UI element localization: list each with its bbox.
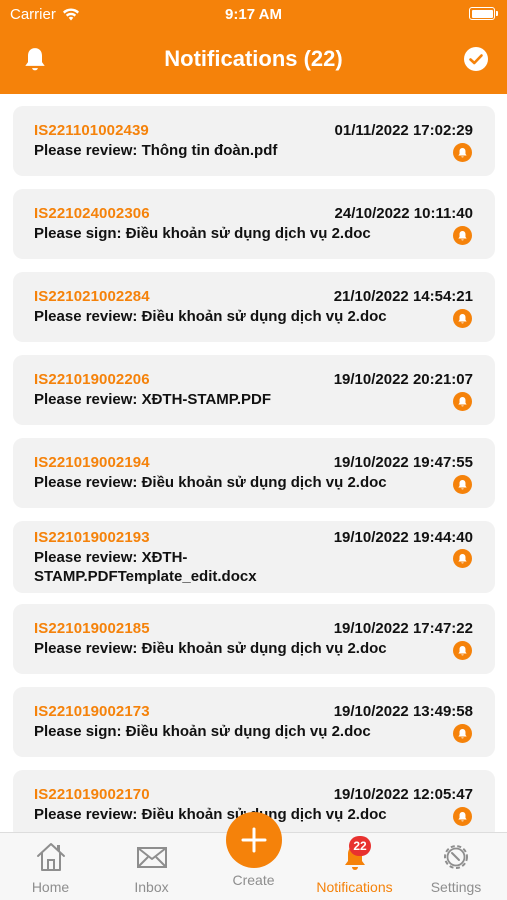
notification-date: 24/10/2022 10:11:40 bbox=[334, 205, 473, 222]
notification-message: Please review: XĐTH- STAMP.PDFTemplate_e… bbox=[34, 548, 434, 586]
notifications-screen: Carrier 9:17 AM Notifications (22) IS221… bbox=[0, 0, 507, 900]
bell-icon bbox=[453, 549, 472, 568]
notification-count-badge: 22 bbox=[349, 836, 371, 856]
notification-item[interactable]: IS221101002439 01/11/2022 17:02:29 Pleas… bbox=[13, 106, 495, 176]
notification-message: Please review: Điều khoản sử dụng dịch v… bbox=[34, 474, 387, 491]
notification-message: Please sign: Điều khoản sử dụng dịch vụ … bbox=[34, 723, 371, 740]
tab-inbox[interactable]: Inbox bbox=[101, 833, 202, 900]
notification-item[interactable]: IS221019002194 19/10/2022 19:47:55 Pleas… bbox=[13, 438, 495, 508]
notification-list[interactable]: IS221101002439 01/11/2022 17:02:29 Pleas… bbox=[0, 94, 507, 832]
notification-code: IS221019002173 bbox=[34, 703, 150, 720]
check-circle-icon[interactable] bbox=[463, 46, 489, 72]
notification-message: Please review: Điều khoản sử dụng dịch v… bbox=[34, 640, 387, 657]
bell-icon bbox=[453, 143, 472, 162]
notification-code: IS221021002284 bbox=[34, 288, 150, 305]
notification-date: 19/10/2022 12:05:47 bbox=[333, 786, 473, 803]
notification-item[interactable]: IS221024002306 24/10/2022 10:11:40 Pleas… bbox=[13, 189, 495, 259]
notification-message-line: STAMP.PDFTemplate_edit.docx bbox=[34, 568, 257, 585]
plus-icon bbox=[241, 827, 267, 853]
tab-home-label: Home bbox=[31, 879, 70, 895]
notification-item[interactable]: IS221019002173 19/10/2022 13:49:58 Pleas… bbox=[13, 687, 495, 757]
nav-bar: Notifications (22) bbox=[0, 30, 507, 90]
notification-item[interactable]: IS221021002284 21/10/2022 14:54:21 Pleas… bbox=[13, 272, 495, 342]
bell-icon bbox=[453, 392, 472, 411]
notification-item[interactable]: IS221019002206 19/10/2022 20:21:07 Pleas… bbox=[13, 355, 495, 425]
bell-icon bbox=[453, 641, 472, 660]
create-button[interactable] bbox=[226, 812, 282, 868]
battery-icon bbox=[469, 7, 498, 20]
page-title: Notifications (22) bbox=[164, 46, 343, 71]
notification-date: 19/10/2022 17:47:22 bbox=[333, 620, 473, 637]
bell-icon bbox=[453, 475, 472, 494]
status-bar: Carrier 9:17 AM bbox=[0, 0, 507, 28]
notification-code: IS221019002206 bbox=[34, 371, 150, 388]
notification-message-line: Please review: XĐTH- bbox=[34, 549, 188, 566]
notification-message: Please review: Điều khoản sử dụng dịch v… bbox=[34, 308, 387, 325]
notification-code: IS221019002194 bbox=[34, 454, 150, 471]
notification-date: 19/10/2022 13:49:58 bbox=[333, 703, 473, 720]
notification-code: IS221019002170 bbox=[34, 786, 150, 803]
create-label: Create bbox=[232, 872, 275, 888]
status-time: 9:17 AM bbox=[225, 6, 282, 23]
notification-code: IS221101002439 bbox=[34, 122, 149, 139]
notification-date: 19/10/2022 19:47:55 bbox=[333, 454, 473, 471]
bell-icon bbox=[453, 724, 472, 743]
notification-date: 21/10/2022 14:54:21 bbox=[333, 288, 473, 305]
notification-date: 01/11/2022 17:02:29 bbox=[334, 122, 473, 139]
bell-icon bbox=[453, 309, 472, 328]
tab-home[interactable]: Home bbox=[0, 833, 101, 900]
bell-icon bbox=[453, 807, 472, 826]
notification-item[interactable]: IS221019002193 19/10/2022 19:44:40 Pleas… bbox=[13, 521, 495, 593]
inbox-icon bbox=[136, 847, 167, 868]
settings-gear-icon bbox=[444, 845, 468, 869]
notification-message: Please sign: Điều khoản sử dụng dịch vụ … bbox=[34, 225, 371, 242]
header: Carrier 9:17 AM Notifications (22) bbox=[0, 0, 507, 94]
tab-notifications-label: Notifications bbox=[316, 879, 393, 895]
notification-message: Please review: XĐTH-STAMP.PDF bbox=[34, 391, 272, 408]
notification-code: IS221019002185 bbox=[34, 620, 150, 637]
tab-settings-label: Settings bbox=[430, 879, 482, 895]
notification-date: 19/10/2022 20:21:07 bbox=[333, 371, 473, 388]
notification-item[interactable]: IS221019002185 19/10/2022 17:47:22 Pleas… bbox=[13, 604, 495, 674]
home-icon bbox=[36, 843, 65, 871]
tab-inbox-label: Inbox bbox=[134, 879, 169, 895]
notification-code: IS221019002193 bbox=[34, 529, 150, 546]
bell-icon bbox=[453, 226, 472, 245]
notification-date: 19/10/2022 19:44:40 bbox=[333, 529, 473, 546]
notification-message: Please review: Thông tin đoàn.pdf bbox=[34, 142, 278, 159]
notification-code: IS221024002306 bbox=[34, 205, 150, 222]
tab-settings[interactable]: Settings bbox=[405, 833, 507, 900]
